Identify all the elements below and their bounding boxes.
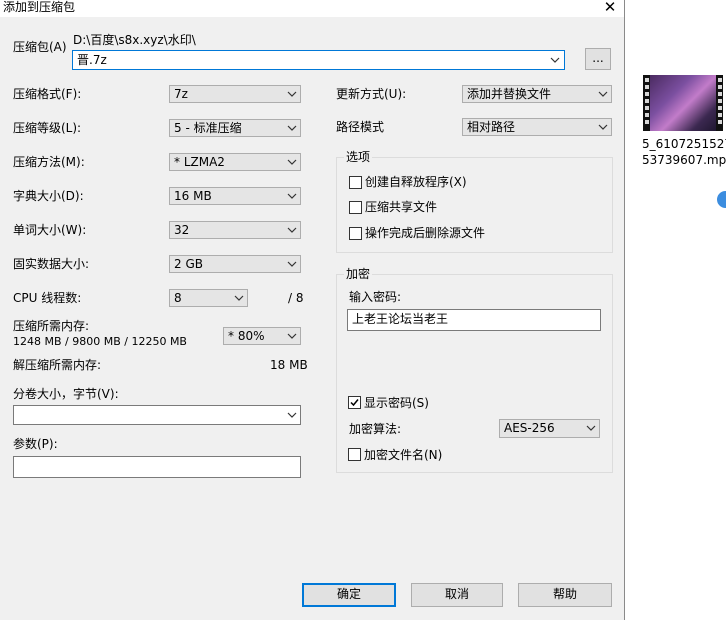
parameters-label: 参数(P): (13, 437, 58, 451)
update-mode-value: 添加并替换文件 (467, 87, 552, 101)
update-mode-select[interactable]: 添加并替换文件 (462, 85, 612, 103)
delete-after-label[interactable]: 操作完成后删除源文件 (365, 225, 485, 241)
cpu-threads-max: / 8 (288, 291, 304, 305)
cpu-threads-label: CPU 线程数: (13, 291, 82, 305)
chevron-down-icon (287, 333, 297, 339)
encryption-method-label: 加密算法: (349, 422, 402, 436)
password-label: 输入密码: (349, 290, 402, 304)
cpu-threads-value: 8 (174, 291, 182, 305)
chevron-down-icon (287, 91, 297, 97)
desktop-file-name-line2: 53739607.mp4 (642, 153, 726, 167)
encryption-group-title: 加密 (344, 267, 373, 281)
archive-label: 压缩包(A) (13, 40, 67, 54)
chevron-down-icon (287, 227, 297, 233)
show-password-checkbox[interactable] (348, 396, 361, 409)
solid-block-size-value: 2 GB (174, 257, 203, 271)
encryption-method-select[interactable]: AES-256 (499, 419, 600, 438)
decompress-memory-value: 18 MB (270, 358, 308, 372)
split-volume-label: 分卷大小，字节(V): (13, 387, 119, 401)
browse-button[interactable]: ... (585, 48, 611, 70)
level-value: 5 - 标准压缩 (174, 121, 242, 135)
close-icon[interactable]: ✕ (601, 0, 619, 16)
memory-usage-select[interactable]: * 80% (223, 327, 301, 345)
options-group-title: 选项 (344, 150, 373, 164)
archive-name-combobox[interactable]: 晋.7z (72, 50, 565, 70)
archive-path: D:\百度\s8x.xyz\水印\ (73, 33, 196, 47)
word-size-label: 单词大小(W): (13, 223, 87, 237)
chevron-down-icon (598, 91, 608, 97)
sfx-checkbox[interactable] (349, 176, 362, 189)
ok-button[interactable]: 确定 (302, 583, 396, 607)
checkmark-icon (350, 399, 359, 407)
shared-files-checkbox[interactable] (349, 201, 362, 214)
window-title: 添加到压缩包 (3, 0, 76, 14)
desktop-file-name-line1: 5_61072515270 (642, 137, 726, 151)
level-select[interactable]: 5 - 标准压缩 (169, 119, 301, 137)
parameters-input[interactable] (13, 456, 301, 478)
memory-usage-detail: 1248 MB / 9800 MB / 12250 MB (13, 335, 187, 348)
memory-usage-value: * 80% (228, 329, 265, 343)
dictionary-size-select[interactable]: 16 MB (169, 187, 301, 205)
chevron-down-icon (550, 57, 560, 63)
chevron-down-icon (598, 124, 608, 130)
update-mode-label: 更新方式(U): (336, 87, 407, 101)
encrypt-filenames-label[interactable]: 加密文件名(N) (364, 447, 442, 463)
word-size-select[interactable]: 32 (169, 221, 301, 239)
shared-files-label[interactable]: 压缩共享文件 (365, 199, 437, 215)
film-strip-right (716, 75, 723, 131)
video-file-thumbnail[interactable] (643, 75, 726, 210)
video-preview-image (650, 75, 716, 131)
help-button[interactable]: 帮助 (518, 583, 612, 607)
chevron-down-icon (586, 425, 596, 431)
split-volume-combobox[interactable] (13, 405, 301, 425)
format-select[interactable]: 7z (169, 85, 301, 103)
memory-usage-label: 压缩所需内存: (13, 319, 90, 333)
chevron-down-icon (287, 261, 297, 267)
path-mode-select[interactable]: 相对路径 (462, 118, 612, 136)
cancel-button[interactable]: 取消 (411, 583, 503, 607)
solid-block-size-label: 固实数据大小: (13, 257, 90, 271)
word-size-value: 32 (174, 223, 190, 237)
password-input[interactable]: 上老王论坛当老王 (347, 309, 601, 331)
encryption-method-value: AES-256 (504, 421, 555, 435)
chevron-down-icon (234, 295, 244, 301)
sfx-label[interactable]: 创建自释放程序(X) (365, 174, 467, 190)
path-mode-label: 路径模式 (336, 120, 385, 134)
archive-name-value: 晋.7z (77, 53, 107, 67)
title-bar: 添加到压缩包 ✕ (0, 0, 624, 17)
solid-block-size-select[interactable]: 2 GB (169, 255, 301, 273)
method-value: * LZMA2 (174, 155, 225, 169)
chevron-down-icon (287, 125, 297, 131)
level-label: 压缩等级(L): (13, 121, 82, 135)
film-strip-left (643, 75, 650, 131)
decompress-memory-label: 解压缩所需内存: (13, 358, 102, 372)
cpu-threads-select[interactable]: 8 (169, 289, 248, 307)
method-label: 压缩方法(M): (13, 155, 85, 169)
dictionary-size-value: 16 MB (174, 189, 212, 203)
chevron-down-icon (287, 412, 297, 418)
method-select[interactable]: * LZMA2 (169, 153, 301, 171)
show-password-label[interactable]: 显示密码(S) (364, 395, 429, 411)
format-label: 压缩格式(F): (13, 87, 82, 101)
media-player-badge-icon (715, 189, 726, 210)
encrypt-filenames-checkbox[interactable] (348, 448, 361, 461)
delete-after-checkbox[interactable] (349, 227, 362, 240)
chevron-down-icon (287, 193, 297, 199)
chevron-down-icon (287, 159, 297, 165)
add-to-archive-dialog: 添加到压缩包 ✕ 压缩包(A) D:\百度\s8x.xyz\水印\ 晋.7z .… (0, 0, 625, 620)
path-mode-value: 相对路径 (467, 120, 516, 134)
dictionary-size-label: 字典大小(D): (13, 189, 84, 203)
format-value: 7z (174, 87, 188, 101)
